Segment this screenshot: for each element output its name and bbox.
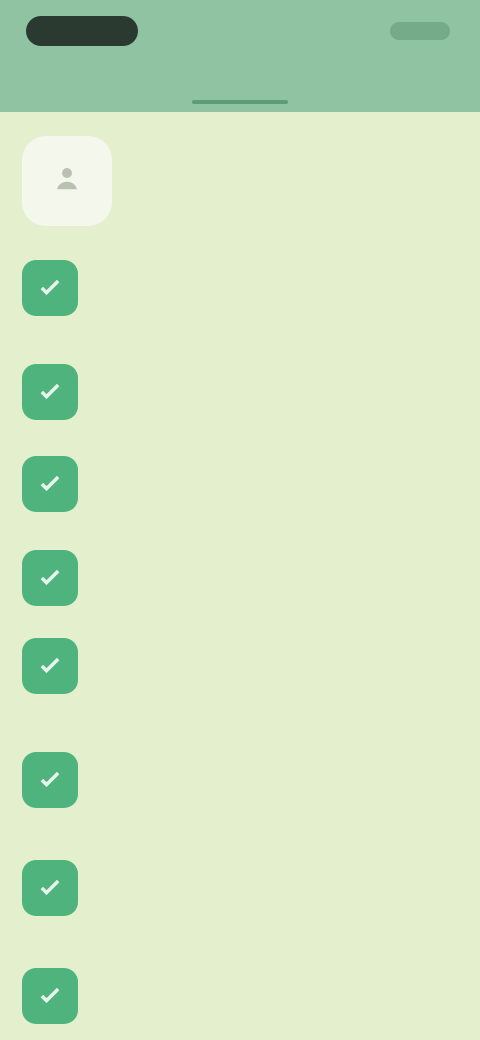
list-item-text [92,752,480,758]
list-item[interactable] [0,968,480,1024]
avatar[interactable] [22,136,112,226]
list-item[interactable] [0,364,480,420]
list-item[interactable] [0,752,480,808]
list-item[interactable] [0,550,480,606]
list-item-text [92,364,480,370]
list-item[interactable] [0,860,480,916]
check-icon [22,860,78,916]
list-item-text [92,968,480,974]
check-icon [22,968,78,1024]
status-indicators [390,22,450,40]
user-icon [52,163,82,200]
list-item[interactable] [0,456,480,512]
list-item-text [92,638,480,644]
list-item[interactable] [0,260,480,316]
check-icon [22,550,78,606]
list-item[interactable] [0,638,480,694]
list-item-text [92,260,480,266]
check-icon [22,260,78,316]
list-item-text [92,860,480,866]
list-item-text [92,456,480,462]
check-icon [22,364,78,420]
active-tab-indicator [192,100,288,104]
profile-card[interactable] [22,136,458,226]
check-icon [22,638,78,694]
check-icon [22,456,78,512]
list-item-text [92,550,480,556]
check-icon [22,752,78,808]
app-header [0,0,480,112]
status-time [26,16,138,46]
